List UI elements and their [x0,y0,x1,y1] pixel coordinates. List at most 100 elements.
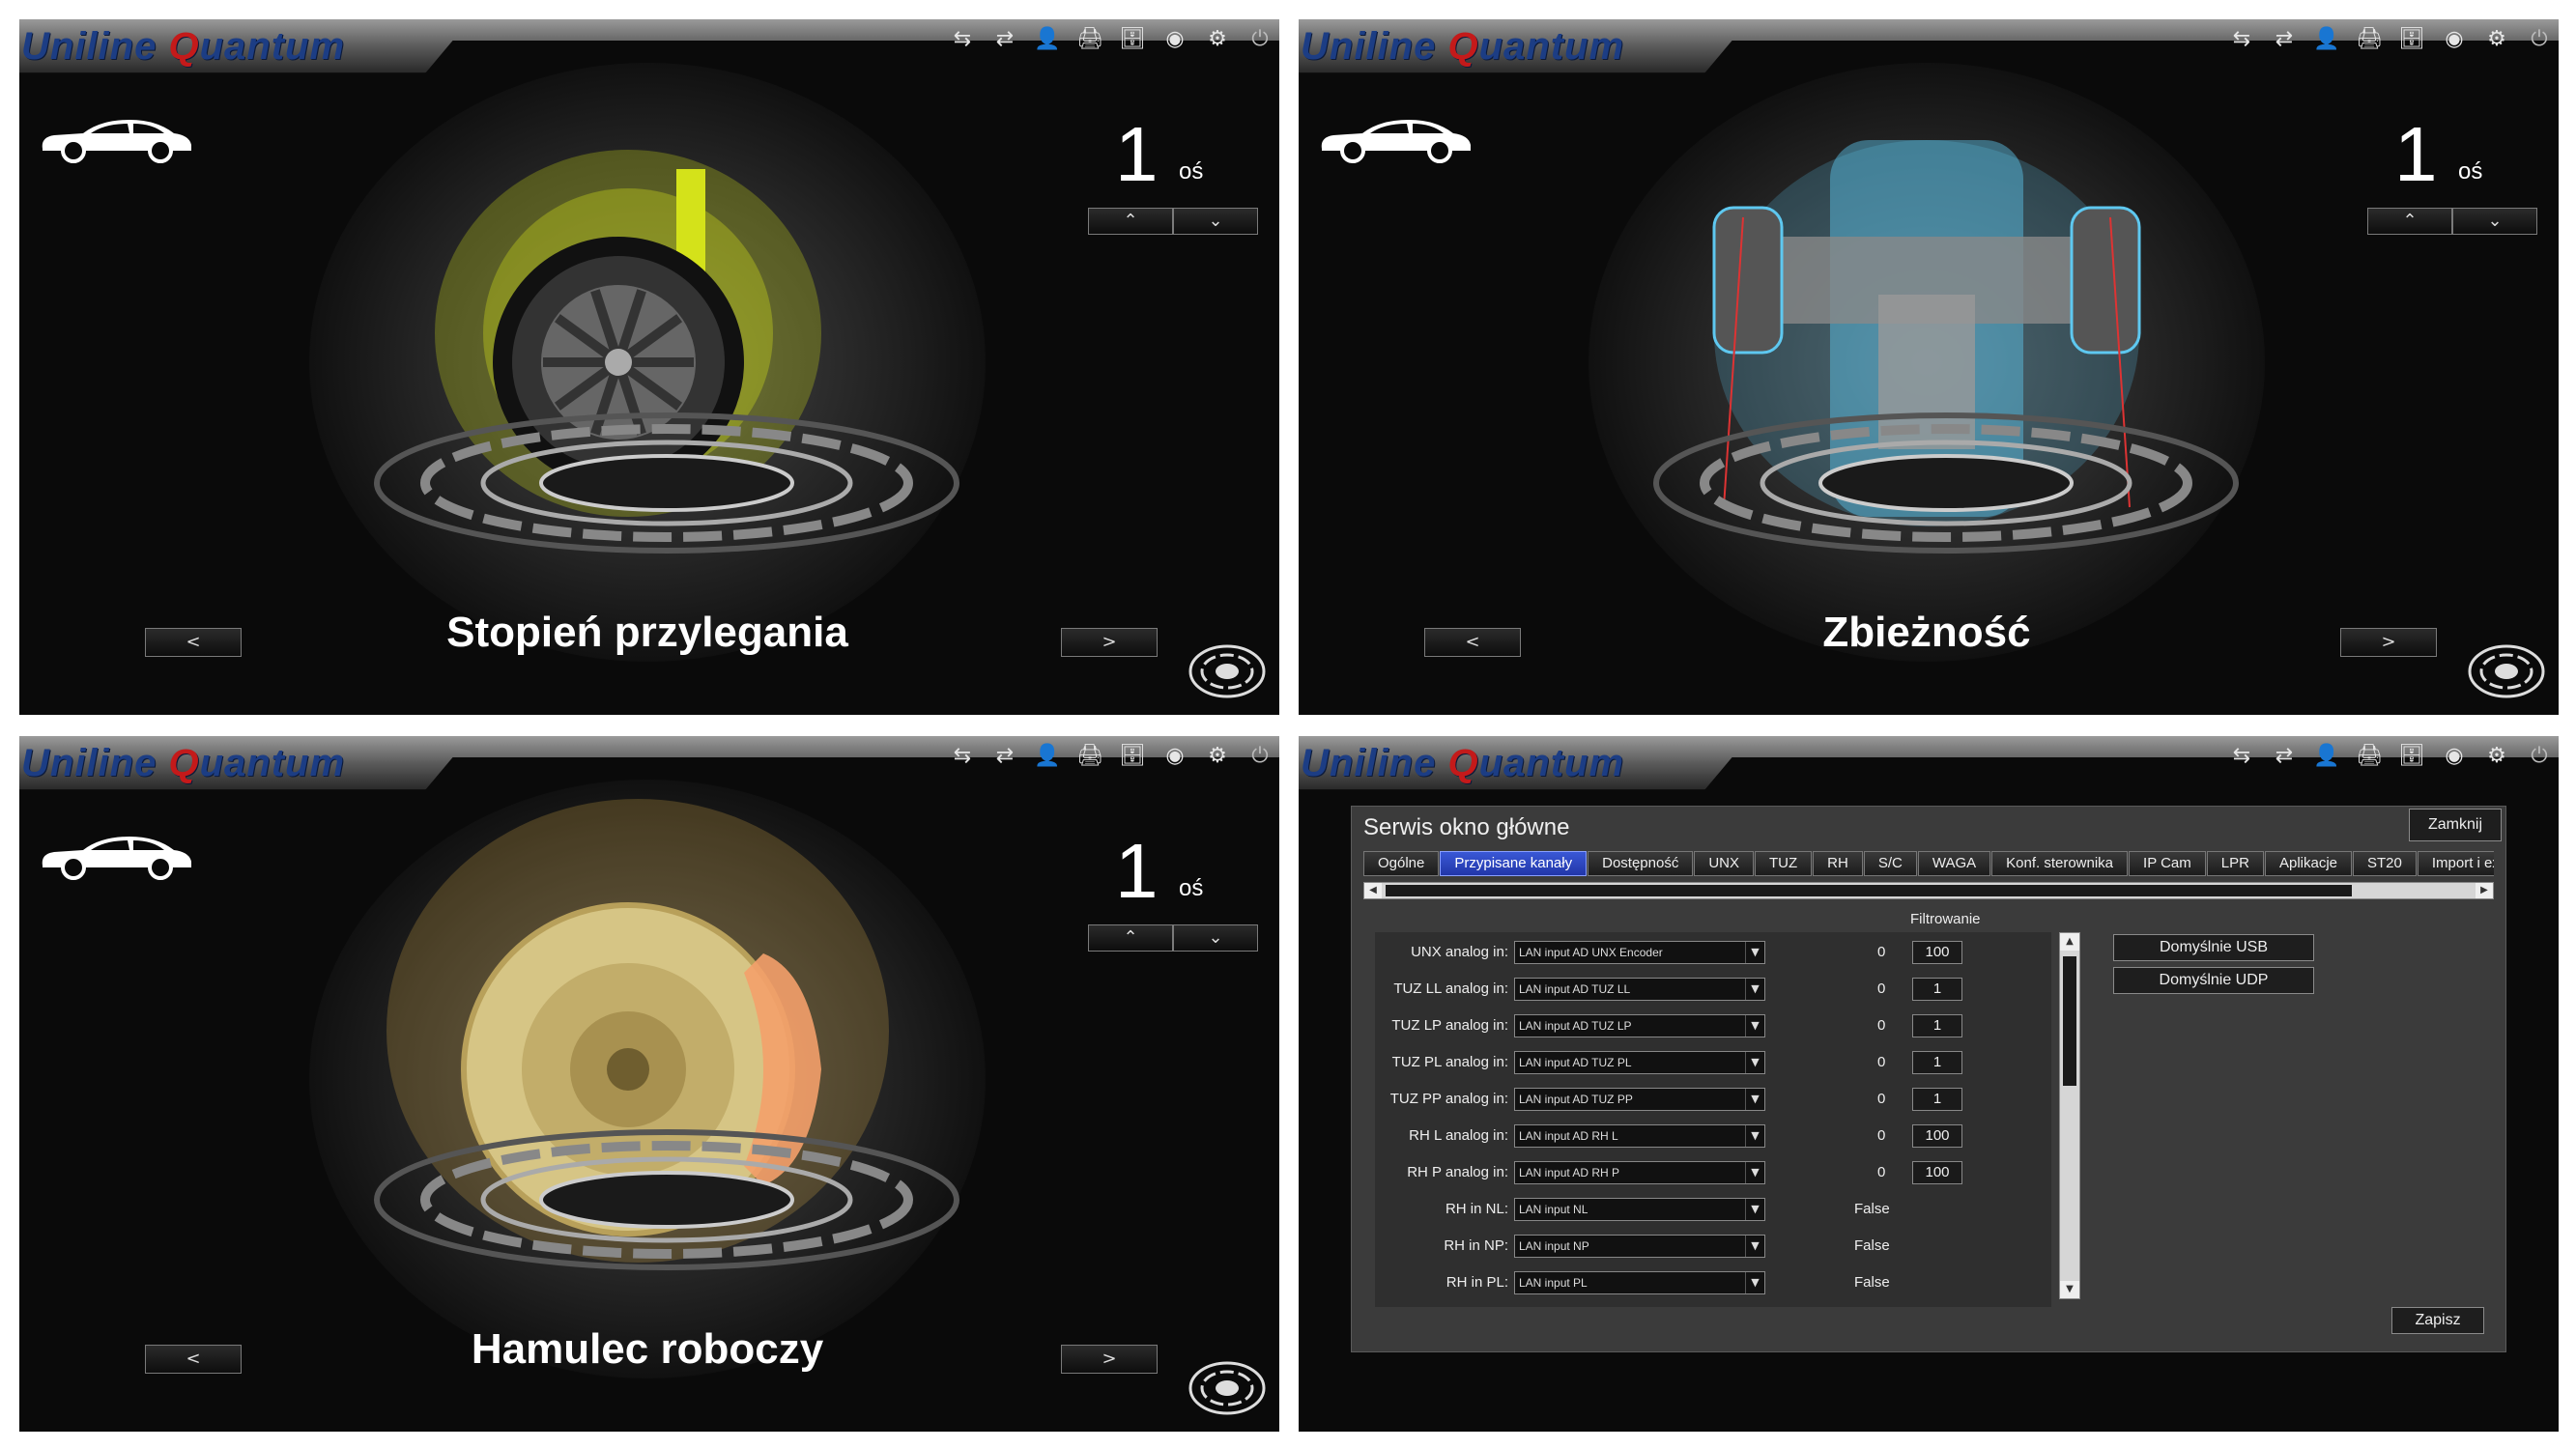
channel-value: False [1854,1201,1890,1217]
database-icon[interactable]: 🗄 [2392,23,2431,56]
channel-select[interactable]: LAN input AD UNX Encoder ▼ [1514,941,1765,964]
turntable-platform [1653,412,2239,554]
tab-4[interactable]: TUZ [1755,851,1813,876]
scroll-right-icon[interactable]: ▶ [2476,883,2493,898]
sync-icon[interactable]: ⇄ [986,23,1024,56]
sync-icon[interactable]: ⇄ [2265,23,2304,56]
car-icon[interactable] [1312,106,1476,164]
tab-3[interactable]: UNX [1694,851,1754,876]
printer-icon[interactable]: 🖨 [1071,740,1109,773]
axle-indicator: 1 oś [2361,116,2535,193]
scroll-down-icon[interactable]: ▼ [2060,1281,2079,1298]
car-icon[interactable] [33,823,197,881]
swap-axes-icon[interactable]: ⇆ [943,23,982,56]
power-icon[interactable]: ⏻ [2520,23,2559,56]
channel-value: 0 [1877,1017,1886,1034]
tab-9[interactable]: IP Cam [2129,851,2206,876]
car-icon[interactable] [33,106,197,164]
app-header: Uniline Quantum ⇆ ⇄ 👤 🖨 🗄 ◉ ⚙ ⏻ [1299,736,2559,790]
toolbar: ⇆ ⇄ 👤 🖨 🗄 ◉ ⚙ ⏻ [943,740,1279,773]
save-button[interactable]: Zapisz [2391,1307,2484,1334]
user-icon[interactable]: 👤 [2307,740,2346,773]
swap-axes-icon[interactable]: ⇆ [2222,740,2261,773]
user-icon[interactable]: 👤 [1028,740,1067,773]
tab-12[interactable]: ST20 [2353,851,2417,876]
power-icon[interactable]: ⏻ [2520,740,2559,773]
axle-up-button[interactable]: ⌃ [1088,208,1173,235]
printer-icon[interactable]: 🖨 [2350,740,2389,773]
sync-icon[interactable]: ⇄ [2265,740,2304,773]
filter-input[interactable]: 1 [1912,1051,1962,1074]
user-icon[interactable]: 👤 [1028,23,1067,56]
vertical-scrollbar[interactable]: ▲ ▼ [2059,932,2080,1299]
tab-7[interactable]: WAGA [1917,851,1991,876]
horizontal-scrollbar[interactable]: ◀ ▶ [1363,882,2494,899]
scroll-up-icon[interactable]: ▲ [2060,933,2079,951]
prev-button[interactable]: < [1424,628,1521,657]
sync-icon[interactable]: ⇄ [986,740,1024,773]
database-icon[interactable]: 🗄 [2392,740,2431,773]
next-button[interactable]: > [1061,628,1158,657]
prev-button[interactable]: < [145,628,242,657]
channel-select[interactable]: LAN input AD TUZ LP ▼ [1514,1014,1765,1037]
test-title: Stopień przylegania [446,609,848,656]
axle-up-button[interactable]: ⌃ [1088,924,1173,952]
next-button[interactable]: > [1061,1345,1158,1374]
tab-0[interactable]: Ogólne [1363,851,1440,876]
tab-11[interactable]: Aplikacje [2264,851,2352,876]
axle-chassis-icon [1712,140,2141,526]
axle-up-button[interactable]: ⌃ [2367,208,2452,235]
disc-icon[interactable]: ◉ [2435,23,2474,56]
channel-select[interactable]: LAN input NP ▼ [1514,1235,1765,1258]
user-icon[interactable]: 👤 [2307,23,2346,56]
gear-icon[interactable]: ⚙ [2477,740,2516,773]
tab-2[interactable]: Dostępność [1588,851,1694,876]
tab-5[interactable]: RH [1813,851,1863,876]
disc-icon[interactable]: ◉ [2435,740,2474,773]
printer-icon[interactable]: 🖨 [2350,23,2389,56]
channel-select[interactable]: LAN input AD RH L ▼ [1514,1124,1765,1148]
power-icon[interactable]: ⏻ [1241,23,1279,56]
channel-select-value: LAN input AD RH P [1519,1166,1620,1179]
gear-icon[interactable]: ⚙ [1198,740,1237,773]
scroll-left-icon[interactable]: ◀ [1364,883,1382,898]
scroll-thumb[interactable] [1386,885,2352,896]
tab-6[interactable]: S/C [1863,851,1917,876]
default-udp-button[interactable]: Domyślnie UDP [2113,967,2314,994]
tab-1[interactable]: Przypisane kanały [1440,851,1588,876]
swap-axes-icon[interactable]: ⇆ [943,740,982,773]
power-icon[interactable]: ⏻ [1241,740,1279,773]
channel-select[interactable]: LAN input PL ▼ [1514,1271,1765,1294]
channel-select[interactable]: LAN input AD TUZ PP ▼ [1514,1088,1765,1111]
disc-icon[interactable]: ◉ [1156,740,1194,773]
channel-select[interactable]: LAN input AD TUZ PL ▼ [1514,1051,1765,1074]
channel-select[interactable]: LAN input NL ▼ [1514,1198,1765,1221]
filter-input[interactable]: 1 [1912,1014,1962,1037]
gear-icon[interactable]: ⚙ [1198,23,1237,56]
database-icon[interactable]: 🗄 [1113,740,1152,773]
database-icon[interactable]: 🗄 [1113,23,1152,56]
axle-down-button[interactable]: ⌄ [2452,208,2537,235]
printer-icon[interactable]: 🖨 [1071,23,1109,56]
swap-axes-icon[interactable]: ⇆ [2222,23,2261,56]
filter-input[interactable]: 100 [1912,941,1962,964]
filter-input[interactable]: 100 [1912,1124,1962,1148]
axle-down-button[interactable]: ⌄ [1173,208,1258,235]
channel-select[interactable]: LAN input AD TUZ LL ▼ [1514,978,1765,1001]
next-button[interactable]: > [2340,628,2437,657]
filter-input[interactable]: 100 [1912,1161,1962,1184]
tab-10[interactable]: LPR [2206,851,2264,876]
close-button[interactable]: Zamknij [2409,809,2502,841]
prev-button[interactable]: < [145,1345,242,1374]
gear-icon[interactable]: ⚙ [2477,23,2516,56]
default-usb-button[interactable]: Domyślnie USB [2113,934,2314,961]
scroll-thumb[interactable] [2063,956,2076,1086]
tab-13[interactable]: Import i expor [2417,851,2494,876]
disc-icon[interactable]: ◉ [1156,23,1194,56]
tab-8[interactable]: Konf. sterownika [1991,851,2129,876]
axle-down-button[interactable]: ⌄ [1173,924,1258,952]
channel-select[interactable]: LAN input AD RH P ▼ [1514,1161,1765,1184]
filter-input[interactable]: 1 [1912,978,1962,1001]
panel-service: Uniline Quantum ⇆ ⇄ 👤 🖨 🗄 ◉ ⚙ ⏻ Serwis okno głó… [1299,736,2559,1432]
filter-input[interactable]: 1 [1912,1088,1962,1111]
